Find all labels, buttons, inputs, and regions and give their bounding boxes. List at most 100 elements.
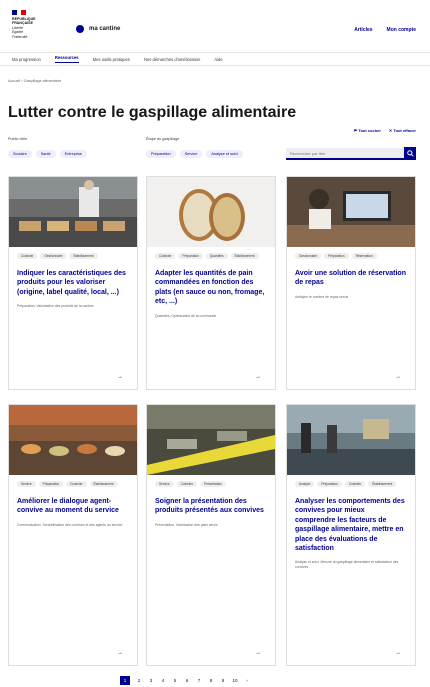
filter-chip[interactable]: Scolaire — [8, 150, 32, 158]
card-title[interactable]: Avoir une solution de réservation de rep… — [295, 269, 407, 288]
card-title[interactable]: Soigner la présentation des produits pré… — [155, 497, 267, 516]
resource-card[interactable]: Gestionnaire Préparation Réservation Avo… — [286, 176, 416, 390]
account-link[interactable]: Mon compte — [387, 27, 416, 33]
card-image — [9, 177, 137, 247]
card-photo-service — [9, 405, 137, 475]
resource-card[interactable]: Service Préparation Cuisinier Établissem… — [8, 404, 138, 666]
card-tag: Gestionnaire — [40, 253, 67, 259]
card-tag: Établissement — [89, 481, 118, 487]
card-photo-computer — [287, 177, 415, 247]
page-button[interactable]: 4 — [160, 678, 166, 683]
card-tag: Cuisinier — [17, 253, 38, 259]
resource-card[interactable]: Cuisinier Préparation Quantités Établiss… — [146, 176, 276, 390]
card-tag: Établissement — [230, 253, 259, 259]
card-image — [147, 177, 275, 247]
card-image — [147, 405, 275, 475]
arrow-right-icon: → — [395, 374, 401, 380]
filter-chip[interactable]: Santé — [35, 150, 56, 158]
card-photo-bread — [147, 177, 275, 247]
search-icon — [406, 149, 414, 157]
nav-item[interactable]: Nos démarches d'amélioration — [144, 57, 200, 62]
card-tag: Gestionnaire — [295, 253, 322, 259]
nav-item[interactable]: Ma progression — [12, 57, 41, 62]
filter-chip[interactable]: Préparation — [146, 150, 176, 158]
resource-card[interactable]: Analyse Préparation Cuisinier Établissem… — [286, 404, 416, 666]
site-header: RÉPUBLIQUE FRANÇAISE Liberté Égalité Fra… — [0, 0, 430, 52]
search-input[interactable] — [286, 148, 404, 158]
card-tag: Quantités — [205, 253, 228, 259]
card-tag: Préparation — [38, 481, 64, 487]
clear-all-label: Tout effacer — [393, 128, 416, 133]
card-tag: Cuisinier — [176, 481, 198, 487]
card-tag: Préparation — [178, 253, 203, 259]
page-button[interactable]: 3 — [148, 678, 154, 683]
header-links: Articles Mon compte — [354, 27, 416, 33]
resource-card[interactable]: Service Cuisinier Présentation Soigner l… — [146, 404, 276, 666]
filter-chip[interactable]: Analyse et suivi — [206, 150, 243, 158]
card-tag: Préparation — [317, 481, 342, 487]
gov-line: Fraternité — [12, 34, 28, 39]
nav-item[interactable]: Mes outils pratiques — [93, 57, 130, 62]
filter-chips-group2: Préparation Service Analyse et suivi — [146, 150, 243, 158]
pagination: 1 2 3 4 5 6 7 8 9 10 › — [120, 676, 250, 685]
arrow-right-icon: → — [117, 374, 123, 380]
page-button[interactable]: 10 — [232, 678, 238, 683]
card-title[interactable]: Analyser les comportements des convives … — [295, 497, 407, 553]
articles-link[interactable]: Articles — [354, 27, 372, 33]
filter-chips-group1: Scolaire Santé Entreprise — [8, 150, 87, 158]
resource-card[interactable]: Cuisinier Gestionnaire Établissement Ind… — [8, 176, 138, 390]
filter-label: Public cible — [8, 137, 28, 141]
card-tag: Établissement — [368, 481, 397, 487]
breadcrumb[interactable]: Accueil › Gaspillage alimentaire — [8, 79, 61, 83]
select-all-label: Tout cocher — [358, 128, 381, 133]
card-image — [9, 405, 137, 475]
card-tag: Réservation — [351, 253, 377, 259]
card-description: Analyse et suivi, Mesure du gaspillage a… — [295, 560, 399, 570]
card-description: Présentation, Valorisation des plats ser… — [155, 522, 218, 527]
card-tag: Service — [17, 481, 36, 487]
page-button[interactable]: 2 — [136, 678, 142, 683]
card-tag: Analyse — [295, 481, 315, 487]
page-title: Lutter contre le gaspillage alimentaire — [8, 104, 297, 121]
brand[interactable]: ma cantine — [76, 25, 120, 33]
filter-chip[interactable]: Service — [179, 150, 203, 158]
main-nav: Ma progression Ressources Mes outils pra… — [0, 52, 430, 66]
filter-label: Étape du gaspillage — [146, 137, 180, 141]
search-button[interactable] — [404, 147, 416, 159]
page-button-active[interactable]: 1 — [120, 676, 130, 685]
card-image — [287, 405, 415, 475]
arrow-right-icon: → — [255, 374, 261, 380]
next-page-button[interactable]: › — [244, 678, 250, 683]
card-tag: Cuisinier — [344, 481, 366, 487]
page-button[interactable]: 8 — [208, 678, 214, 683]
filter-chip[interactable]: Entreprise — [59, 150, 87, 158]
card-description: Quantités, Optimisation de la commande — [155, 313, 217, 318]
page-button[interactable]: 6 — [184, 678, 190, 683]
page-button[interactable]: 7 — [196, 678, 202, 683]
card-title[interactable]: Améliorer le dialogue agent-convive au m… — [17, 497, 129, 516]
card-tag: Cuisinier — [66, 481, 87, 487]
card-tag: Préparation — [324, 253, 349, 259]
card-photo-presentation — [147, 405, 275, 475]
card-description: Anticiper le nombre de repas servis — [295, 294, 349, 299]
flag-icon — [12, 10, 27, 15]
government-logo[interactable]: RÉPUBLIQUE FRANÇAISE Liberté Égalité Fra… — [12, 10, 64, 39]
card-tag: Cuisinier — [155, 253, 176, 259]
brand-name: ma cantine — [89, 26, 121, 32]
brand-logo-icon — [76, 25, 84, 33]
card-title[interactable]: Indiquer les caractéristiques des produi… — [17, 269, 129, 297]
select-all-button[interactable]: ⚑ Tout cocher — [354, 128, 381, 133]
card-image — [287, 177, 415, 247]
card-photo-kitchen — [9, 177, 137, 247]
card-photo-cafeteria — [287, 405, 415, 475]
page-button[interactable]: 5 — [172, 678, 178, 683]
card-description: Communication, Sensibilisation des convi… — [17, 522, 123, 527]
card-description: Préparation, Valorisation des produits d… — [17, 304, 94, 309]
nav-item-active[interactable]: Ressources — [54, 55, 79, 63]
clear-all-button[interactable]: ✕ Tout effacer — [389, 128, 416, 133]
nav-item[interactable]: Aide — [214, 57, 222, 62]
card-title[interactable]: Adapter les quantités de pain commandées… — [155, 269, 267, 307]
page-button[interactable]: 9 — [220, 678, 226, 683]
card-tag: Service — [155, 481, 174, 487]
arrow-right-icon: → — [117, 650, 123, 656]
